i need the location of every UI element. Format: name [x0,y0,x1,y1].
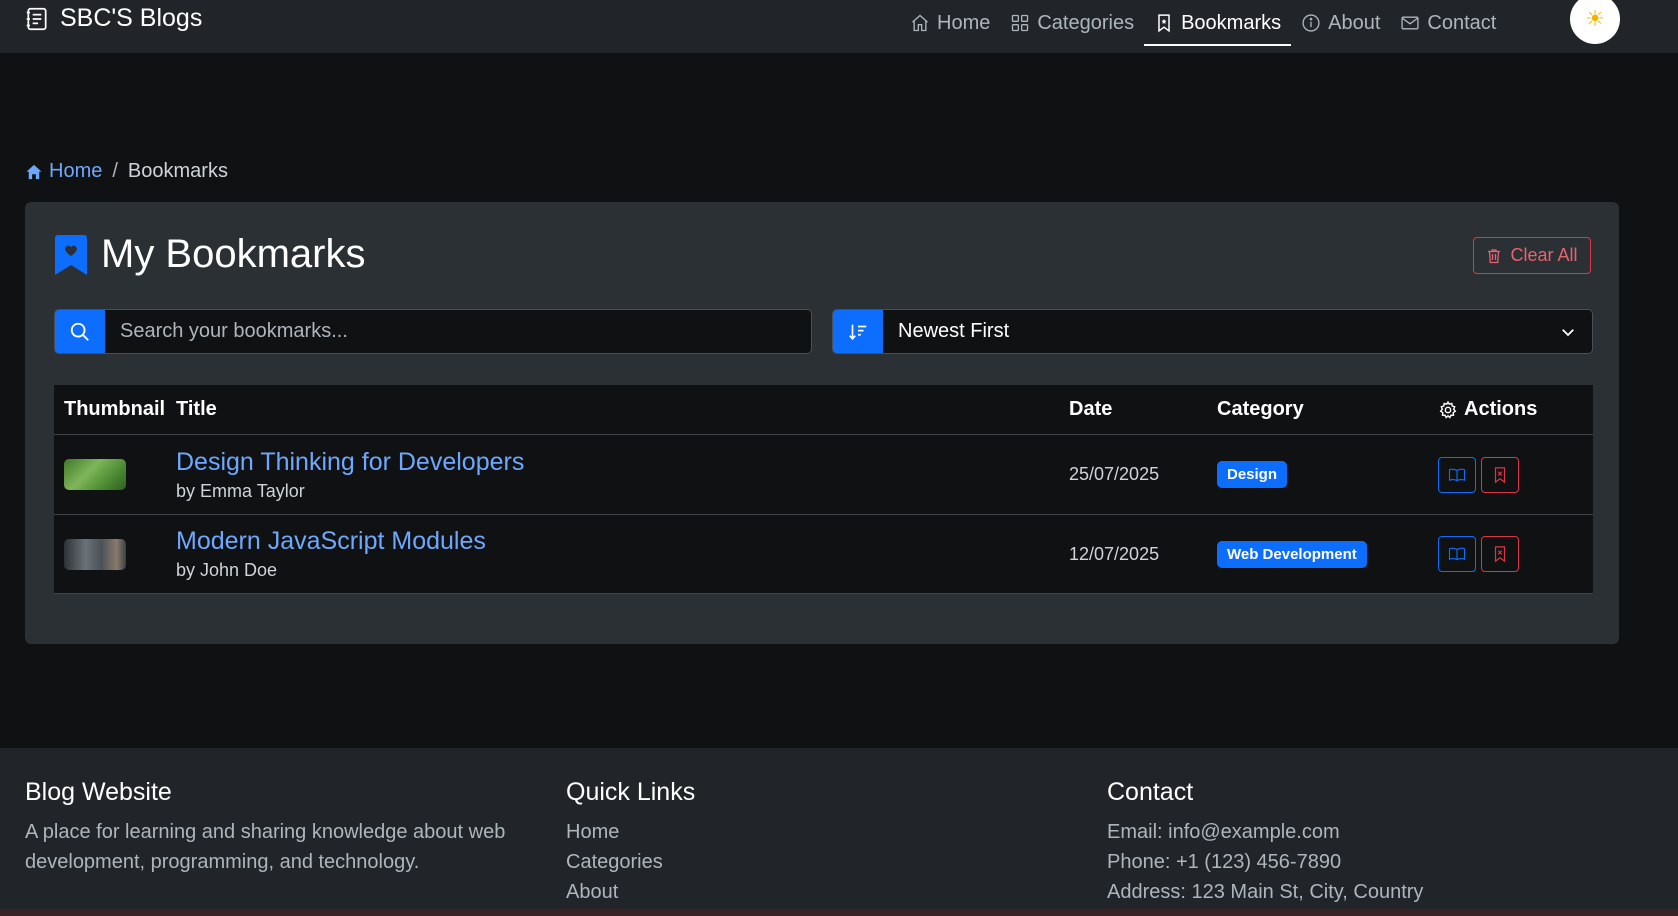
footer-about-text: A place for learning and sharing knowled… [25,821,506,873]
post-thumbnail[interactable] [64,459,126,490]
nav-item-bookmarks[interactable]: Bookmarks [1144,0,1292,46]
book-icon [1448,547,1466,561]
sort-group: Newest First [832,309,1593,354]
theme-toggle-button[interactable]: ☀ [1570,0,1620,44]
bookmark-heart-icon [55,234,87,275]
sun-icon: ☀ [1585,6,1605,31]
post-author: by John Doe [176,560,278,580]
post-title-link[interactable]: Modern JavaScript Modules [176,527,1069,556]
search-group [54,309,812,354]
footer-link-home[interactable]: Home [566,817,1066,847]
search-addon [55,310,105,353]
trash-icon [1488,248,1501,263]
bookmark-icon [1158,14,1170,33]
table-row: Design Thinking for Developers by Emma T… [54,435,1593,515]
category-cell: Design [1217,461,1438,488]
search-icon [70,322,89,341]
nav-label-contact: Contact [1427,11,1497,34]
actions-cell [1438,456,1593,493]
brand-link[interactable]: SBC'S Blogs [24,4,202,33]
table-header: Thumbnail Title Date Category Actions [54,385,1593,435]
nav-item-contact[interactable]: Contact [1390,0,1506,46]
footer-contact: Contact Email: info@example.com Phone: +… [1107,778,1647,907]
page-title-text: My Bookmarks [101,232,366,276]
breadcrumb-separator: / [112,160,118,182]
sort-addon [833,310,883,353]
house-fill-icon [26,164,42,179]
post-date: 25/07/2025 [1069,464,1160,484]
title-cell: Design Thinking for Developers by Emma T… [176,448,1069,502]
footer-links-heading: Quick Links [566,778,696,806]
nav-item-about[interactable]: About [1291,0,1390,46]
sort-select[interactable]: Newest First [883,310,1592,353]
breadcrumb: Home / Bookmarks [25,160,228,183]
bookmarks-table: Thumbnail Title Date Category Actions De… [54,385,1593,594]
category-badge[interactable]: Design [1217,461,1288,488]
footer-contact-address: Address: 123 Main St, City, Country [1107,881,1424,903]
read-button[interactable] [1438,456,1476,493]
header-title: Title [176,398,217,420]
brand-name: SBC'S Blogs [60,4,203,32]
remove-bookmark-button[interactable] [1481,456,1519,493]
gear-icon [1439,400,1457,419]
journal-icon [26,7,47,30]
footer-link-categories[interactable]: Categories [566,847,1066,877]
post-date: 12/07/2025 [1069,543,1160,564]
page-title: My Bookmarks [55,232,366,277]
footer-bottom-bar [0,909,1678,916]
category-cell: Web Development [1217,540,1438,568]
clear-all-button[interactable]: Clear All [1473,237,1591,274]
actions-cell [1438,536,1593,572]
bookmark-x-icon [1494,466,1506,483]
book-icon [1448,468,1466,481]
breadcrumb-home-link[interactable]: Home [25,160,102,183]
post-title-link[interactable]: Design Thinking for Developers [176,448,1069,477]
breadcrumb-current: Bookmarks [127,160,228,182]
title-cell: Modern JavaScript Modules by John Doe [176,527,1069,581]
bookmark-x-icon [1494,546,1506,563]
footer: Blog Website A place for learning and sh… [0,748,1678,916]
navbar: SBC'S Blogs Home Categories Bookmarks Ab… [0,0,1678,53]
search-input[interactable] [105,310,811,353]
nav-label-bookmarks: Bookmarks [1181,11,1282,34]
sort-down-icon [849,324,867,340]
footer-contact-heading: Contact [1107,778,1194,806]
breadcrumb-home-label: Home [49,160,103,182]
envelope-icon [1401,16,1419,30]
footer-contact-email: Email: info@example.com [1107,821,1340,843]
house-icon [912,14,928,32]
table-row: Modern JavaScript Modules by John Doe 12… [54,515,1593,594]
post-author: by Emma Taylor [176,480,305,501]
category-badge[interactable]: Web Development [1217,540,1367,568]
grid-icon [1012,14,1029,32]
sort-select-value: Newest First [898,320,1010,342]
read-button[interactable] [1438,536,1476,572]
nav-label-home: Home [937,11,991,34]
chevron-down-icon [1562,328,1574,336]
remove-bookmark-button[interactable] [1481,536,1519,572]
header-date: Date [1069,398,1113,420]
header-actions-label: Actions [1464,398,1538,420]
footer-contact-phone: Phone: +1 (123) 456-7890 [1107,851,1342,873]
thumbnail-cell [54,538,176,570]
footer-about-heading: Blog Website [25,778,172,806]
header-thumbnail: Thumbnail [64,398,166,420]
footer-link-about[interactable]: About [566,877,1066,907]
footer-quick-links: Quick Links Home Categories About [566,778,1066,907]
bookmarks-card: My Bookmarks Clear All Newest First Thum… [25,202,1619,644]
info-icon [1302,14,1320,32]
nav-label-about: About [1328,11,1381,34]
nav-item-categories[interactable]: Categories [1000,0,1144,46]
thumbnail-cell [54,459,176,490]
nav-item-home[interactable]: Home [900,0,1000,46]
clear-all-label: Clear All [1510,245,1578,265]
footer-about: Blog Website A place for learning and sh… [25,778,545,877]
header-category: Category [1217,398,1304,420]
nav-label-categories: Categories [1037,11,1135,34]
main-nav: Home Categories Bookmarks About Contact [900,0,1506,46]
header-actions: Actions [1438,398,1593,421]
post-thumbnail[interactable] [64,538,126,570]
